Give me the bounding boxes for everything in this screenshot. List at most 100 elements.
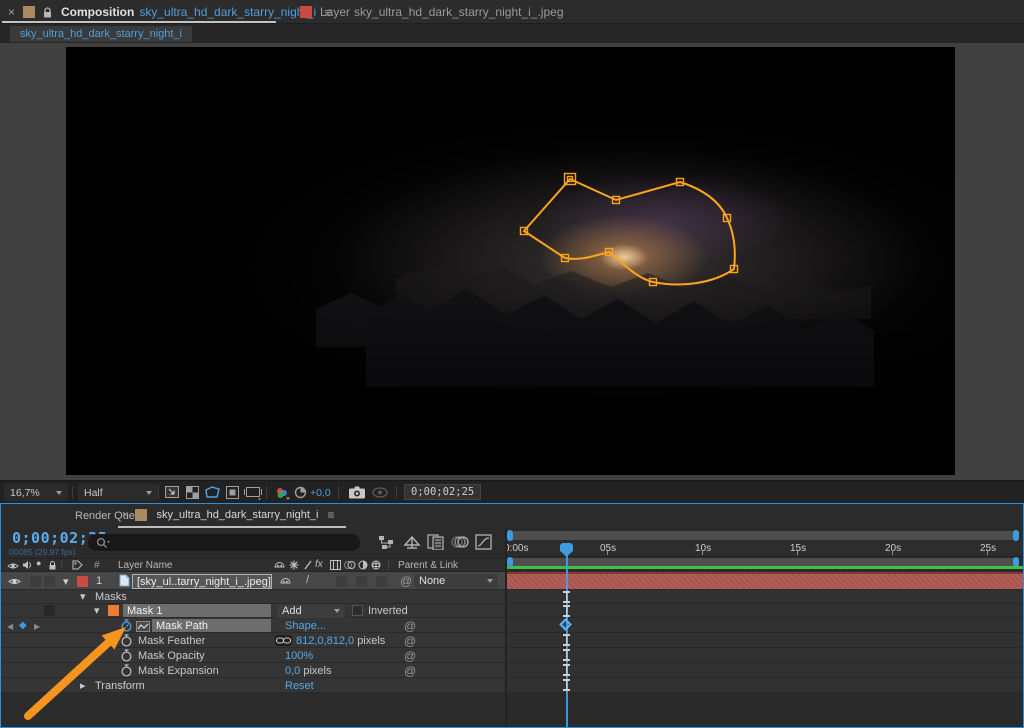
ruler-label: 10s [695, 543, 711, 554]
tab-layer[interactable]: Layer sky_ultra_hd_dark_starry_night_i_.… [300, 0, 564, 24]
preview-timecode[interactable]: 0;00;02;25 [404, 484, 481, 500]
panel-menu-icon[interactable]: ≡ [327, 508, 334, 522]
timeline-track[interactable] [507, 618, 1023, 633]
transform-group-label[interactable]: Transform [95, 680, 145, 692]
mask-mode-dropdown[interactable]: Add [277, 604, 345, 618]
layer-shy-toggle[interactable] [280, 576, 291, 589]
masks-expander[interactable]: ▾ [80, 590, 86, 603]
mask1-expander[interactable]: ▾ [94, 604, 100, 617]
parent-link-column-header[interactable]: Parent & Link [398, 560, 458, 571]
frame-blending-button[interactable] [427, 534, 444, 553]
mask1-color-swatch[interactable] [108, 605, 119, 616]
timeline-track[interactable] [507, 663, 1023, 678]
mask-opacity-value[interactable]: 100% [285, 650, 313, 662]
transform-expander[interactable]: ▸ [80, 679, 86, 692]
layer-label-swatch[interactable] [77, 576, 88, 587]
work-area-bar[interactable] [508, 558, 1016, 566]
next-keyframe-button[interactable]: ▶ [34, 622, 40, 631]
draft-3d-button[interactable] [403, 534, 421, 553]
transform-reset-link[interactable]: Reset [285, 680, 314, 692]
layer-duration-bar[interactable] [507, 572, 1023, 589]
resolution-dropdown[interactable]: Half [78, 484, 158, 501]
channel-rgb-button[interactable] [274, 484, 290, 501]
show-snapshot-button[interactable] [372, 484, 388, 501]
navigator-start-handle[interactable] [507, 530, 513, 541]
property-pickwhip-icon[interactable]: @ [404, 619, 416, 633]
take-snapshot-button[interactable] [348, 484, 366, 501]
composition-tab-name: sky_ultra_hd_dark_starry_night_i [139, 5, 316, 19]
current-keyframe-toggle[interactable]: ◆ [19, 620, 27, 631]
mask-path-value[interactable]: Shape... [285, 620, 326, 632]
transparency-grid-button[interactable] [185, 484, 200, 501]
mask-inverted-checkbox[interactable] [352, 605, 363, 616]
mask-opacity-stopwatch-icon[interactable] [120, 649, 133, 665]
layer-3d-cell[interactable] [376, 576, 387, 587]
layer-name-field[interactable]: [sky_ul..tarry_night_i_.jpeg] [132, 574, 272, 589]
pixel-aspect-button[interactable] [244, 484, 263, 501]
layer-name-text: [sky_ul..tarry_night_i_.jpeg] [137, 576, 271, 588]
mask-feather-property-name[interactable]: Mask Feather [138, 635, 205, 647]
viewport-subtab[interactable]: sky_ultra_hd_dark_starry_night_i [10, 26, 192, 42]
close-icon[interactable]: × [122, 509, 128, 521]
motion-blur-button[interactable] [451, 535, 469, 552]
interpolation-graph-icon [136, 621, 150, 632]
parent-dropdown[interactable]: None [414, 574, 498, 588]
mask-feather-row[interactable] [1, 633, 505, 648]
layer-expander[interactable]: ▾ [63, 575, 69, 588]
lock-icon[interactable] [42, 6, 53, 19]
composition-flowchart-button[interactable] [378, 535, 395, 553]
mask-feather-value[interactable]: 812,0,812,0 pixels [296, 635, 385, 647]
layer-name-column-header[interactable]: Layer Name [118, 560, 172, 571]
dimensions-link-icon[interactable] [275, 635, 292, 646]
layer-visibility-toggle[interactable] [8, 577, 21, 589]
mask-opacity-row[interactable] [1, 648, 505, 663]
prev-keyframe-button[interactable]: ◀ [7, 622, 13, 631]
layer-frameblend-cell[interactable] [336, 576, 347, 587]
parent-pickwhip-icon[interactable]: @ [400, 574, 412, 588]
graph-editor-button[interactable] [475, 534, 492, 553]
time-ruler[interactable]: 0:00s 05s 10s 15s 20s 25s [507, 541, 1023, 557]
mask-expansion-stopwatch-icon[interactable] [120, 664, 133, 680]
layer-solo-toggle[interactable] [30, 576, 41, 587]
tab-timeline-comp[interactable]: × sky_ultra_hd_dark_starry_night_i ≡ [118, 505, 335, 525]
grid-guides-button[interactable] [164, 484, 180, 501]
mask-feather-stopwatch-icon[interactable] [120, 634, 133, 650]
solo-column-icon: ● [36, 558, 41, 568]
layer-lock-toggle[interactable] [44, 576, 55, 587]
mask-visibility-cell[interactable] [44, 605, 55, 616]
mask1-name[interactable]: Mask 1 [123, 604, 271, 617]
timeline-search-input[interactable] [88, 534, 360, 551]
mask-path-property-name[interactable]: Mask Path [152, 619, 271, 632]
time-navigator-bar[interactable] [508, 531, 1016, 540]
ruler-label: 20s [885, 543, 901, 554]
composition-canvas[interactable] [66, 47, 955, 475]
mask-expansion-property-name[interactable]: Mask Expansion [138, 665, 219, 677]
masks-group-row[interactable] [1, 590, 505, 604]
navigator-end-handle[interactable] [1013, 530, 1019, 541]
timeline-track[interactable] [507, 678, 1023, 693]
time-mark [563, 679, 570, 691]
layer-blend-toggle[interactable]: / [306, 574, 309, 586]
mask-path-name-text: Mask Path [156, 620, 208, 632]
timeline-track[interactable] [507, 604, 1023, 618]
magnification-dropdown[interactable]: 16,7% [4, 484, 68, 501]
property-pickwhip-icon[interactable]: @ [404, 634, 416, 648]
timeline-track[interactable] [507, 633, 1023, 648]
mask-expansion-value[interactable]: 0,0 pixels [285, 665, 331, 677]
timeline-track[interactable] [507, 648, 1023, 663]
timeline-track[interactable] [507, 590, 1023, 604]
mask-expansion-row[interactable] [1, 663, 505, 678]
close-icon[interactable]: × [8, 5, 15, 19]
exposure-value[interactable]: +0,0 [310, 484, 331, 501]
layer-motionblur-cell[interactable] [356, 576, 367, 587]
property-pickwhip-icon[interactable]: @ [404, 664, 416, 678]
exposure-icon[interactable] [294, 484, 307, 501]
mask-visibility-toggle[interactable] [204, 484, 221, 501]
mask-path-stopwatch-icon[interactable] [120, 619, 133, 635]
mask-opacity-property-name[interactable]: Mask Opacity [138, 650, 205, 662]
transform-row[interactable] [1, 678, 505, 693]
region-of-interest-button[interactable] [225, 484, 240, 501]
ruler-label: 15s [790, 543, 806, 554]
time-mark [563, 605, 570, 617]
property-pickwhip-icon[interactable]: @ [404, 649, 416, 663]
